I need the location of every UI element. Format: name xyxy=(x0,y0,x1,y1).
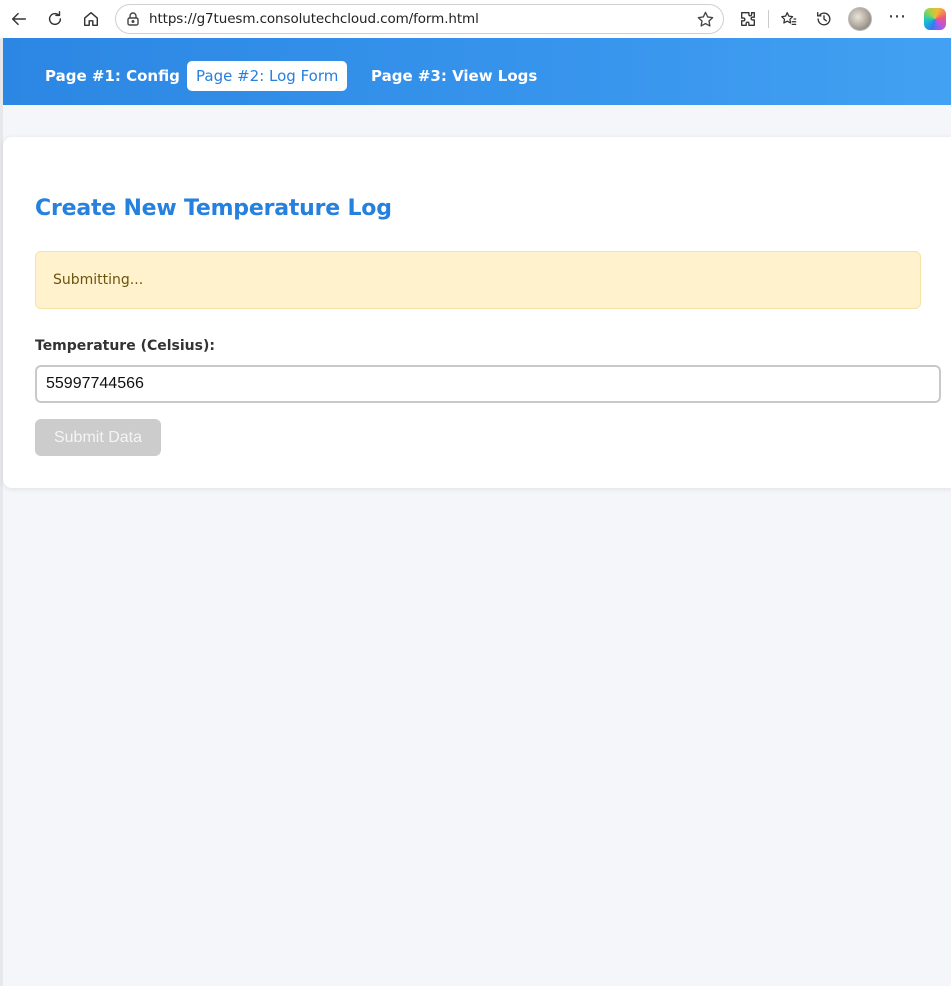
back-arrow-icon[interactable] xyxy=(6,6,32,32)
tab-config[interactable]: Page #1: Config xyxy=(36,61,189,91)
status-alert: Submitting... xyxy=(35,251,921,309)
extensions-icon[interactable] xyxy=(736,7,760,31)
page-title: Create New Temperature Log xyxy=(35,196,392,221)
profile-avatar[interactable] xyxy=(848,7,872,31)
more-icon[interactable]: ⋯ xyxy=(886,6,908,30)
history-icon[interactable] xyxy=(812,7,836,31)
temperature-label: Temperature (Celsius): xyxy=(35,338,215,354)
tab-log-form[interactable]: Page #2: Log Form xyxy=(187,61,348,91)
browser-toolbar: https://g7tuesm.consolutechcloud.com/for… xyxy=(0,0,951,38)
favorites-icon[interactable] xyxy=(777,7,801,31)
submit-button[interactable]: Submit Data xyxy=(35,419,161,456)
toolbar-divider xyxy=(768,10,769,28)
lock-icon[interactable] xyxy=(125,11,141,27)
status-message: Submitting... xyxy=(53,272,144,288)
copilot-icon[interactable] xyxy=(924,8,946,30)
address-bar[interactable]: https://g7tuesm.consolutechcloud.com/for… xyxy=(115,4,724,34)
url-text[interactable]: https://g7tuesm.consolutechcloud.com/for… xyxy=(149,11,479,27)
temperature-input[interactable] xyxy=(35,365,941,403)
tab-view-logs[interactable]: Page #3: View Logs xyxy=(362,61,546,91)
star-icon[interactable] xyxy=(696,10,715,29)
home-icon[interactable] xyxy=(78,6,104,32)
app-nav-bar: Page #1: Config Page #2: Log Form Page #… xyxy=(3,38,951,105)
refresh-icon[interactable] xyxy=(42,6,68,32)
form-card: Create New Temperature Log Submitting...… xyxy=(3,137,951,488)
